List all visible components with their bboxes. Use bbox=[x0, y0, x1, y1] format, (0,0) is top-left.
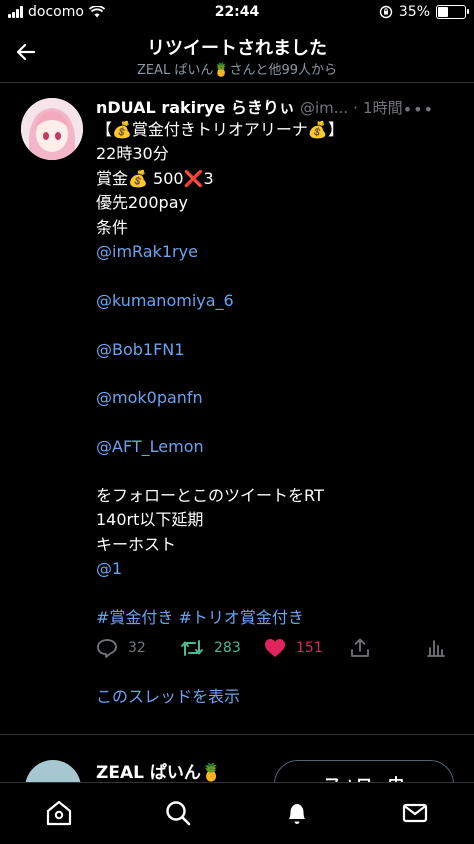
search-icon[interactable] bbox=[164, 799, 192, 827]
status-bar: docomo 22:44 35% bbox=[0, 0, 474, 28]
tweet-line: 140rt以下延期 bbox=[96, 510, 204, 530]
tweet-line: 賞金💰 500❌3 bbox=[96, 168, 214, 188]
mail-icon[interactable] bbox=[401, 799, 429, 827]
battery-percent: 35% bbox=[398, 4, 430, 20]
tweet-line[interactable]: @1 bbox=[96, 557, 456, 581]
avatar[interactable] bbox=[21, 98, 83, 160]
share-icon bbox=[351, 638, 369, 657]
page-title: リツイートされました bbox=[147, 38, 327, 59]
tweet-text: 【💰賞金付きトリオアリーナ💰】 22時30分賞金💰 500❌3 優先200pay 条件… bbox=[96, 118, 456, 630]
tweet-line[interactable]: @AFT_Lemon bbox=[96, 435, 456, 459]
like-count: 151 bbox=[296, 640, 323, 656]
show-thread-link[interactable]: このスレッドを表示 bbox=[96, 683, 240, 707]
stats-icon bbox=[427, 640, 445, 657]
home-icon[interactable] bbox=[45, 799, 73, 827]
share-button[interactable] bbox=[350, 638, 370, 658]
tweet-line[interactable]: @mok0panfn bbox=[96, 386, 456, 410]
retweet-icon bbox=[181, 640, 203, 656]
stats-button[interactable] bbox=[426, 638, 446, 658]
retweet-button[interactable]: 283 bbox=[180, 638, 241, 658]
next-avatar[interactable] bbox=[25, 760, 81, 782]
header-divider bbox=[0, 82, 474, 83]
like-button[interactable]: 151 bbox=[264, 638, 323, 658]
tweet-time: 1時間 bbox=[363, 99, 403, 117]
reply-button[interactable]: 32 bbox=[96, 638, 146, 658]
reply-count: 32 bbox=[128, 640, 146, 656]
tweet-line[interactable]: @imRak1rye bbox=[96, 240, 456, 264]
tab-bar bbox=[0, 782, 474, 844]
tweet-line: をフォローとこのツイートをRT bbox=[96, 486, 324, 506]
tweet-line: 優先200pay bbox=[96, 193, 188, 213]
status-right: 35% bbox=[379, 4, 469, 20]
tweet-line bbox=[96, 582, 456, 606]
retweet-count: 283 bbox=[214, 640, 241, 656]
tweet-line[interactable]: @Bob1FN1 bbox=[96, 338, 456, 362]
tweet-line bbox=[96, 411, 456, 435]
tweet-actions: 32 283 151 bbox=[96, 638, 456, 662]
heart-icon bbox=[265, 639, 285, 657]
tweet-body: nDUAL rakirye らきりぃ @im... · 1時間 【💰賞金付きトリ… bbox=[96, 94, 456, 630]
follow-button[interactable]: フォロー中 bbox=[274, 760, 454, 782]
header: リツイートされました ZEAL ぱいん🍍さんと他99人から bbox=[0, 28, 474, 82]
tweet-line[interactable]: #賞金付き #トリオ賞金付き bbox=[96, 606, 456, 630]
author-handle[interactable]: @im... bbox=[300, 99, 348, 117]
tweet-line bbox=[96, 362, 456, 386]
tweet-header: nDUAL rakirye らきりぃ @im... · 1時間 bbox=[96, 98, 403, 117]
tweet-line[interactable]: @kumanomiya_6 bbox=[96, 289, 456, 313]
next-author-name[interactable]: ZEAL ぱいん🍍 bbox=[96, 758, 222, 782]
page-subtitle: ZEAL ぱいん🍍さんと他99人から bbox=[136, 63, 338, 78]
bell-icon[interactable] bbox=[283, 799, 311, 827]
next-tweet[interactable]: ZEAL ぱいん🍍 フォロー中 bbox=[0, 734, 474, 782]
tweet-line bbox=[96, 313, 456, 337]
tweet-line: 条件 bbox=[96, 217, 129, 237]
orientation-lock-icon bbox=[379, 5, 393, 19]
author-name[interactable]: nDUAL rakirye らきりぃ bbox=[96, 98, 295, 117]
tweet-line bbox=[96, 264, 456, 288]
tweet-line: キーホスト bbox=[96, 534, 177, 554]
tweet-line bbox=[96, 460, 456, 484]
battery-icon bbox=[436, 5, 469, 19]
tweet-line: 【💰賞金付きトリオアリーナ💰】 bbox=[96, 120, 344, 139]
reply-icon bbox=[97, 639, 117, 658]
tweet-line: 22時30分 bbox=[96, 144, 169, 164]
